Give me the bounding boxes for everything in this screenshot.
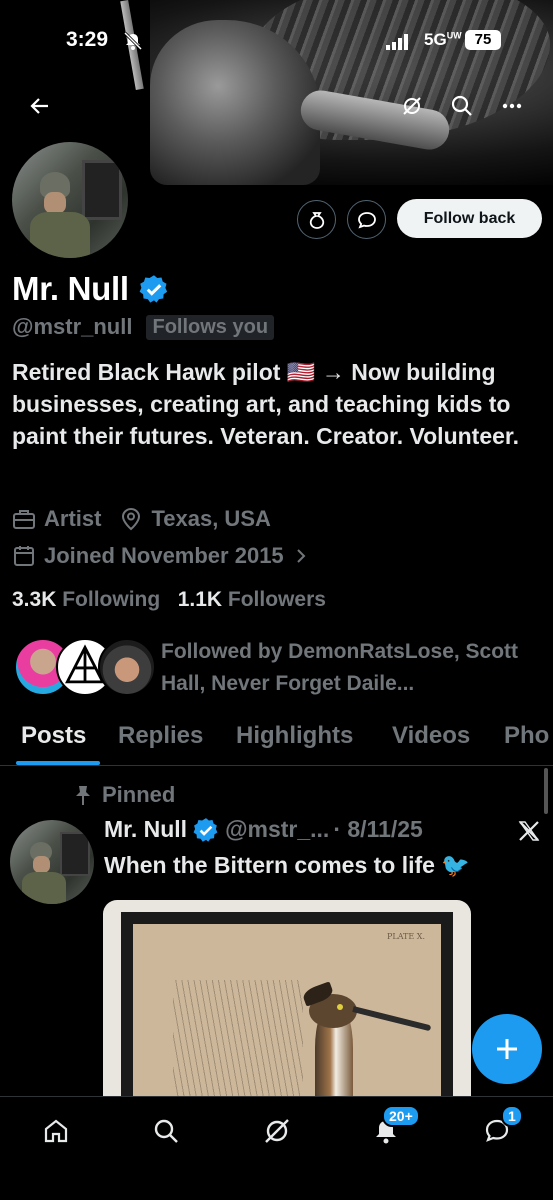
profile-name-row: Mr. Null xyxy=(12,270,169,308)
grok-button[interactable] xyxy=(394,88,430,124)
notifications-badge: 20+ xyxy=(382,1105,420,1127)
tab-videos[interactable]: Videos xyxy=(392,722,470,750)
battery-indicator: 75 xyxy=(465,30,501,50)
search-button[interactable] xyxy=(444,88,480,124)
verified-badge-icon[interactable] xyxy=(139,274,169,304)
grok-icon xyxy=(403,97,421,115)
compose-post-button[interactable] xyxy=(472,1014,542,1084)
profile-tabs: Posts Replies Highlights Videos Pho xyxy=(0,718,553,766)
calendar-icon xyxy=(14,546,34,566)
follow-counts: 3.3K Following 1.1K Followers xyxy=(12,588,326,612)
location-pin-icon xyxy=(122,507,141,531)
followed-by-text[interactable]: Followed by DemonRatsLose, Scott Hall, N… xyxy=(161,636,546,700)
post-author-name[interactable]: Mr. Null xyxy=(104,816,187,843)
profile-location: Texas, USA xyxy=(151,506,271,531)
status-bar: 3:29 5GUW 75 xyxy=(0,22,553,62)
signal-icon xyxy=(386,34,408,50)
image-plate-label: PLATE X. xyxy=(387,932,425,941)
tip-button[interactable] xyxy=(297,200,336,239)
nav-search[interactable] xyxy=(146,1111,186,1151)
profile-joined-date: Joined November 2015 xyxy=(44,543,284,568)
status-time: 3:29 xyxy=(66,28,109,51)
chevron-right-icon xyxy=(296,549,306,563)
following-link[interactable]: 3.3K Following xyxy=(12,588,160,611)
back-button[interactable] xyxy=(22,88,58,124)
more-button[interactable] xyxy=(494,88,530,124)
profile-meta-row: Artist Texas, USA xyxy=(12,506,271,532)
avatar-image xyxy=(12,142,128,258)
profile-handle-row: @mstr_null Follows you xyxy=(12,314,275,340)
x-logo-icon[interactable] xyxy=(518,820,540,842)
nav-grok[interactable] xyxy=(257,1111,297,1151)
active-tab-indicator xyxy=(16,761,100,765)
pinned-label: Pinned xyxy=(74,782,175,808)
more-icon xyxy=(502,103,522,109)
profile-bio: Retired Black Hawk pilot 🇺🇸 → Now buildi… xyxy=(12,359,519,449)
home-icon xyxy=(44,1119,68,1143)
post-header: Mr. Null @mstr_... · 8/11/25 xyxy=(104,816,423,843)
search-icon xyxy=(451,95,472,116)
message-button[interactable] xyxy=(347,200,386,239)
messages-badge: 1 xyxy=(501,1105,523,1127)
follow-back-button[interactable]: Follow back xyxy=(397,199,542,238)
scrollbar[interactable] xyxy=(544,768,548,814)
network-type: 5GUW xyxy=(424,30,462,49)
post-text: When the Bittern comes to life 🐦 xyxy=(104,852,471,878)
silent-bell-icon xyxy=(123,31,143,51)
profile-handle: @mstr_null xyxy=(12,314,133,339)
grok-icon xyxy=(265,1119,289,1143)
nav-home[interactable] xyxy=(36,1111,76,1151)
arrow-left-icon xyxy=(30,98,48,114)
bottom-navigation: 20+ 1 xyxy=(0,1096,553,1200)
tab-replies[interactable]: Replies xyxy=(118,722,203,750)
post-date: · 8/11/25 xyxy=(333,816,423,842)
search-icon xyxy=(154,1119,178,1143)
tab-highlights[interactable]: Highlights xyxy=(236,722,353,750)
plus-icon xyxy=(497,1039,517,1059)
profile-avatar[interactable] xyxy=(8,138,132,262)
post-author-handle[interactable]: @mstr_... xyxy=(225,816,329,843)
mini-avatar xyxy=(98,638,156,696)
tab-posts[interactable]: Posts xyxy=(21,722,86,750)
message-bubble-icon xyxy=(357,211,376,229)
followers-link[interactable]: 1.1K Followers xyxy=(178,588,326,611)
follows-you-badge: Follows you xyxy=(146,314,275,340)
profile-joined-row[interactable]: Joined November 2015 xyxy=(12,543,316,569)
money-bag-icon xyxy=(309,211,324,229)
tab-photos[interactable]: Pho xyxy=(504,722,549,750)
pin-icon xyxy=(76,786,90,805)
verified-badge-icon xyxy=(193,817,218,842)
briefcase-icon xyxy=(13,510,35,529)
profile-name: Mr. Null xyxy=(12,270,129,307)
post-author-avatar[interactable] xyxy=(10,820,94,904)
profile-category: Artist xyxy=(44,506,102,531)
post-media-image[interactable]: PLATE X. xyxy=(103,900,471,1100)
